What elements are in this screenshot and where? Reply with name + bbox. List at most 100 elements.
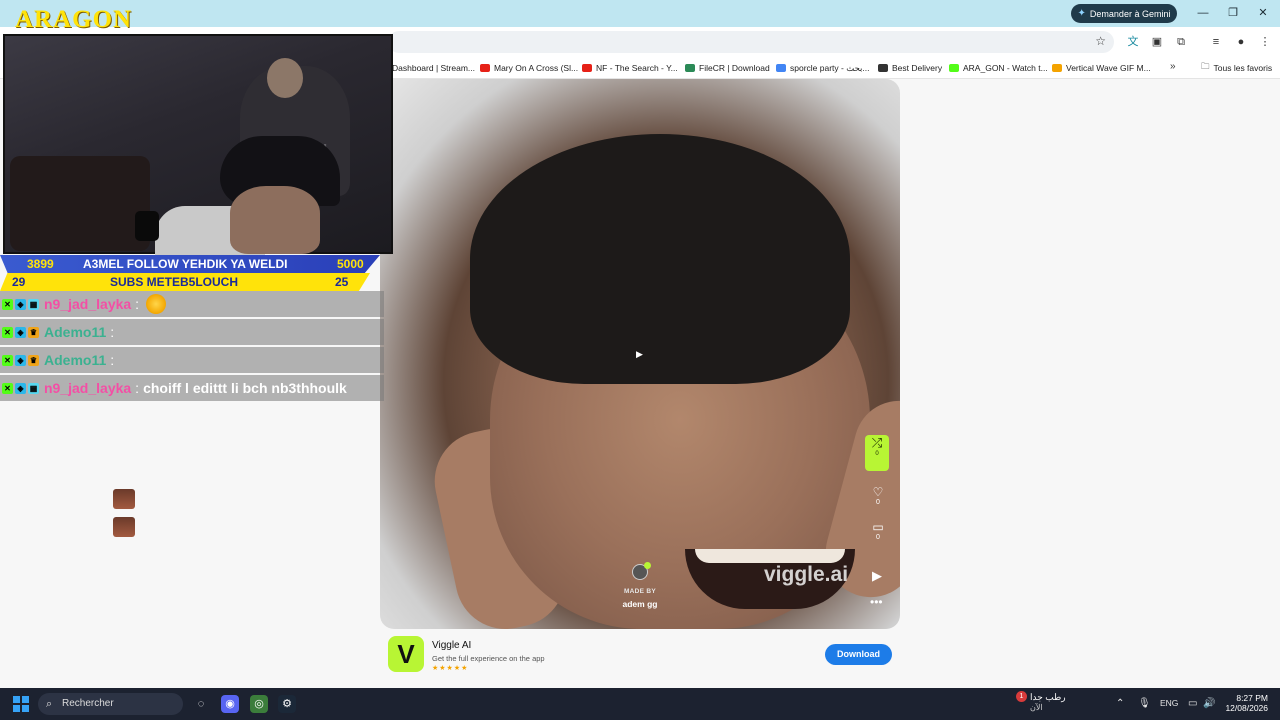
face-emote-icon [113, 489, 135, 509]
heart-icon: ♡ [872, 485, 884, 499]
language-indicator[interactable]: ENG [1160, 698, 1178, 708]
chevron-up-icon[interactable]: ⌃ [1116, 698, 1124, 709]
steam-icon[interactable]: ⚙ [278, 695, 296, 713]
kick-badge-icon: ✕ [2, 354, 13, 366]
app-name: Viggle AI [432, 640, 472, 651]
download-button[interactable]: Download [825, 644, 892, 665]
bookmark-star-icon[interactable]: ☆ [1095, 34, 1106, 48]
video-actions: ⤮ 0 ♡ 0 ▭ 0 [865, 435, 891, 541]
discord-icon[interactable]: ◉ [221, 695, 239, 713]
bookmark-item[interactable]: Vertical Wave GIF M... [1052, 61, 1151, 75]
bookmark-item[interactable]: sporcle party - بحث... [776, 61, 870, 75]
subs-goal-text: SUBS METEB5LOUCH [110, 275, 239, 289]
weather-line2: الآن [1030, 703, 1043, 712]
extension-icon[interactable]: ▣ [1150, 35, 1164, 49]
chat-message: ✕ ◈ ♛ Ademo11 : [0, 347, 384, 537]
laugh-emote-icon [146, 294, 167, 314]
weather-widget[interactable]: رطب جدا الآن [1030, 692, 1066, 712]
clock-time: 8:27 PM [1236, 693, 1268, 703]
bookmark-label: FileCR | Download [699, 63, 770, 73]
shuffle-icon: ⤮ [871, 435, 883, 450]
kick-badge-icon: ✕ [2, 326, 13, 338]
windows-taskbar: ⌕ Rechercher ◌ ◉ ◎ ⚙ 1 رطب جدا الآن ⌃ 🎙 … [0, 688, 1280, 720]
chat-colon: : [135, 296, 140, 312]
display-icon[interactable]: ▭ [1188, 698, 1197, 709]
all-bookmarks-folder[interactable]: 🗀 Tous les favoris [1201, 61, 1272, 75]
filecr-icon [685, 64, 695, 72]
follow-goal-text: A3MEL FOLLOW YEHDIK YA WELDI [83, 257, 288, 271]
media-control-icon[interactable]: ≡ [1209, 35, 1223, 49]
restore-button[interactable]: ❐ [1218, 5, 1248, 21]
bookmark-label: Mary On A Cross (Sl... [494, 63, 579, 73]
chat-colon: : [110, 324, 115, 340]
kick-icon [949, 64, 959, 72]
follow-current: 3899 [27, 257, 54, 271]
rating-stars: ★★★★★ [432, 665, 469, 672]
gif-icon [1052, 64, 1062, 72]
bookmark-item[interactable]: Best Delivery [878, 61, 942, 75]
remix-button[interactable]: ⤮ 0 [865, 435, 889, 471]
comment-button[interactable]: ▭ 0 [865, 520, 891, 541]
made-by[interactable]: MADE BY adem gg [600, 562, 680, 609]
webcam-sofa [10, 156, 150, 251]
translate-icon[interactable]: 文 [1126, 35, 1140, 49]
puzzle-icon[interactable]: ⧉ [1174, 35, 1188, 49]
weather-line1: رطب جدا [1030, 692, 1066, 702]
volume-icon[interactable]: 🔊 [1203, 698, 1215, 709]
delivery-icon [878, 64, 888, 72]
bookmark-item[interactable]: Mary On A Cross (Sl... [480, 61, 578, 75]
crown-badge-icon: ♛ [28, 326, 39, 338]
play-icon[interactable]: ▶ [636, 349, 643, 360]
viggle-watermark: viggle.ai [764, 563, 849, 586]
all-bookmarks-label: Tous les favoris [1213, 63, 1273, 73]
menu-dots-icon[interactable]: ⋮ [1258, 35, 1272, 49]
bookmark-label: Vertical Wave GIF M... [1066, 63, 1151, 73]
system-clock[interactable]: 8:27 PM 12/08/2026 [1222, 693, 1268, 713]
bookmark-label: ARA_GON - Watch t... [963, 63, 1048, 73]
chat-username: n9_jad_layka [44, 380, 132, 396]
task-view-icon[interactable]: ◌ [192, 695, 210, 713]
cube-badge-icon: ◈ [15, 354, 26, 366]
ask-gemini-button[interactable]: ✦ Demander à Gemini [1071, 4, 1177, 23]
chat-username: Ademo11 [44, 352, 107, 368]
windows-start-icon[interactable] [13, 696, 29, 712]
bookmark-label: Dashboard | Stream... [392, 63, 475, 73]
address-bar[interactable]: ☆ [388, 31, 1114, 53]
follow-goal-bar: 3899 A3MEL FOLLOW YEHDIK YA WELDI 5000 [0, 255, 380, 273]
webcam-overlay: coN [3, 34, 393, 256]
app-subtitle: Get the full experience on the app [432, 654, 545, 663]
face-emote-icon [113, 517, 135, 537]
close-button[interactable]: ✕ [1248, 5, 1278, 21]
folder-icon: 🗀 [1201, 61, 1210, 71]
bookmark-label: NF - The Search - Y... [596, 63, 678, 73]
comment-count: 0 [876, 534, 880, 541]
microphone-icon[interactable]: 🎙 [1138, 698, 1151, 709]
weather-badge: 1 [1016, 691, 1027, 702]
cube-badge-icon: ◈ [15, 326, 26, 338]
comment-icon: ▭ [872, 520, 884, 534]
watermark-play-icon: ▶ [872, 568, 882, 583]
profile-icon[interactable]: ● [1234, 35, 1248, 49]
video-player[interactable]: ▶ viggle.ai ▶ ⤮ 0 ♡ 0 ▭ 0 ••• MADE BY ad… [380, 79, 900, 629]
video-teeth [695, 549, 845, 563]
webcam-mic [135, 211, 159, 241]
video-hair [470, 134, 850, 384]
taskbar-search[interactable]: ⌕ Rechercher [38, 693, 183, 715]
bookmark-item[interactable]: ARA_GON - Watch t... [949, 61, 1048, 75]
verified-badge-icon: ◈ [15, 382, 26, 394]
bookmark-item[interactable]: NF - The Search - Y... [582, 61, 678, 75]
chat-username: Ademo11 [44, 324, 107, 340]
bookmark-item[interactable]: Dashboard | Stream... [392, 61, 475, 75]
more-options-icon[interactable]: ••• [870, 595, 883, 609]
follow-target: 5000 [337, 257, 364, 271]
chat-message: ✕ ◈ ▦ n9_jad_layka : choiff l edittt li … [0, 375, 384, 401]
more-bookmarks-icon[interactable]: » [1170, 61, 1176, 72]
subs-goal-bar: 29 SUBS METEB5LOUCH 25 [0, 273, 370, 291]
chat-message: ✕ ◈ ▦ n9_jad_layka : [0, 291, 384, 317]
chrome-icon[interactable]: ◎ [250, 695, 268, 713]
youtube-icon [480, 64, 490, 72]
minimize-button[interactable]: — [1188, 5, 1218, 21]
crown-badge-icon: ♛ [28, 354, 39, 366]
like-button[interactable]: ♡ 0 [865, 485, 891, 506]
bookmark-item[interactable]: FileCR | Download [685, 61, 770, 75]
